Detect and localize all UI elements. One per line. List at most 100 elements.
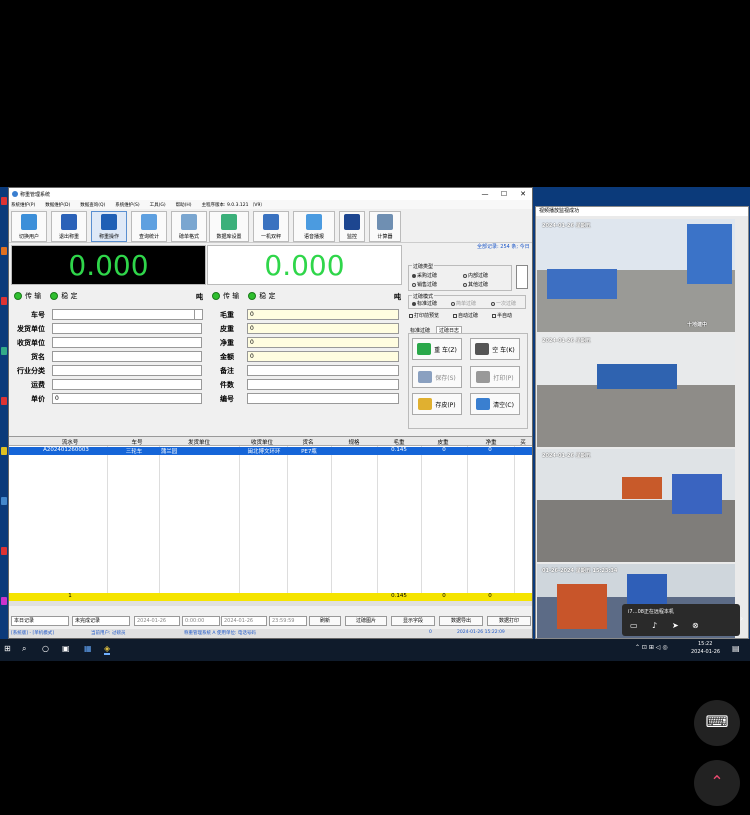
tray-icons[interactable]: ⌃ ⊡ ⊞ ◁ ◎ [635, 644, 668, 651]
show-fields-button[interactable]: 显示字段 [391, 616, 435, 626]
quantity-select[interactable] [247, 379, 399, 390]
weigh-type-radio[interactable]: 其他过磅 [463, 281, 488, 288]
camera-feed-1[interactable]: 2024-01-26 星期五 十地建中 ⊘ [537, 219, 735, 332]
ticket-format-button[interactable]: 磅单格式 [171, 211, 207, 242]
weigh-mode-radio[interactable]: 简单过磅 [451, 300, 476, 307]
menu-item[interactable]: 数据查询(Q) [80, 202, 105, 208]
remark-input[interactable] [247, 365, 399, 376]
desktop-app-icon[interactable] [1, 597, 7, 605]
export-button[interactable]: 数据导出 [439, 616, 483, 626]
desktop-app-icon[interactable] [1, 447, 7, 455]
start-date-input[interactable]: 2024-01-26 [134, 616, 180, 626]
weigh-type-radio[interactable]: 内部过磅 [463, 272, 488, 279]
weigh-photo-button[interactable]: 过磅图片 [345, 616, 387, 626]
record-status-select[interactable]: 未完成记录 [72, 616, 130, 626]
button-label: 重 车(Z) [434, 346, 457, 354]
column-header[interactable]: 毛重 [379, 438, 419, 446]
camera-feed-3[interactable]: 2024-01-26 星期五 [537, 449, 735, 562]
cortana-icon[interactable]: ○ [42, 644, 49, 653]
task-view-icon[interactable]: ▣ [62, 644, 70, 653]
receiver-unit-select[interactable] [52, 337, 202, 348]
windows-start-icon[interactable]: ⊞ [4, 644, 11, 653]
logout-button[interactable]: 退出称重 [51, 211, 87, 242]
column-header[interactable]: 买 [515, 438, 531, 446]
expand-button[interactable]: ⌃ [694, 760, 740, 806]
monitor-button[interactable]: 监控 [339, 211, 365, 242]
store-tare-button[interactable]: 存皮(P) [412, 393, 462, 415]
semi-auto-checkbox[interactable]: 半自动 [492, 312, 512, 319]
weighing-app-taskbar-icon[interactable]: ◈ [104, 644, 111, 655]
horizontal-scrollbar[interactable] [9, 601, 532, 606]
amount-field[interactable]: 0 [247, 351, 399, 362]
desktop-app-icon[interactable] [1, 247, 7, 255]
goods-name-select[interactable] [52, 351, 202, 362]
database-settings-button[interactable]: 数据库设置 [209, 211, 249, 242]
column-header[interactable]: 发货单位 [164, 438, 234, 446]
desktop-app-icon[interactable] [1, 347, 7, 355]
notification-icon[interactable]: ▤ [732, 644, 740, 653]
refresh-button[interactable]: 刷新 [309, 616, 341, 626]
column-header[interactable]: 流水号 [39, 438, 101, 446]
menu-item[interactable]: 数据维护(D) [45, 202, 70, 208]
preview-checkbox[interactable]: 打印前预览 [409, 312, 439, 319]
print-data-button[interactable]: 数据打印 [487, 616, 531, 626]
query-stats-button[interactable]: 查询统计 [131, 211, 167, 242]
industry-select[interactable] [52, 365, 202, 376]
serial-number-select[interactable] [247, 393, 399, 404]
net-weight-field[interactable]: 0 [247, 337, 399, 348]
weigh-type-radio[interactable]: 销售过磅 [412, 281, 437, 288]
minimize-button[interactable]: — [475, 188, 495, 200]
chat-icon[interactable]: ▭ [630, 621, 638, 630]
weigh-mode-radio[interactable]: 一次过磅 [491, 300, 516, 307]
desktop-app-icon[interactable] [1, 197, 7, 205]
column-header[interactable]: 货名 [289, 438, 327, 446]
close-button[interactable]: ✕ [513, 188, 533, 200]
switch-user-button[interactable]: 切换用户 [11, 211, 47, 242]
plate-number-input[interactable] [52, 309, 202, 320]
tare-weight-field[interactable]: 0 [247, 323, 399, 334]
mic-icon[interactable]: ♪ [652, 621, 657, 630]
camera-feed-2[interactable]: 2024-01-26 星期五 [537, 334, 735, 447]
freight-select[interactable] [52, 379, 202, 390]
unit-price-input[interactable]: 0 [52, 393, 202, 404]
weigh-operation-button[interactable]: 称重操作 [91, 211, 127, 242]
menu-item[interactable]: 系统维护(S) [115, 202, 139, 208]
column-header[interactable]: 收货单位 [239, 438, 285, 446]
sender-unit-select[interactable] [52, 323, 202, 334]
start-time-input[interactable]: 0:00:00 [182, 616, 220, 626]
auto-weigh-checkbox[interactable]: 自动过磅 [453, 312, 478, 319]
column-header[interactable]: 规格 [329, 438, 379, 446]
empty-truck-button[interactable]: 空 车(K) [470, 338, 520, 360]
close-session-icon[interactable]: ⊗ [692, 621, 699, 630]
save-button[interactable]: 保存(S) [412, 366, 462, 388]
search-icon[interactable]: ⌕ [22, 644, 26, 654]
column-header[interactable]: 皮重 [419, 438, 467, 446]
pointer-icon[interactable]: ➤ [672, 621, 679, 630]
heavy-truck-button[interactable]: 重 车(Z) [412, 338, 462, 360]
desktop-app-icon[interactable] [1, 297, 7, 305]
maximize-button[interactable]: ☐ [494, 188, 514, 200]
keyboard-button[interactable]: ⌨ [694, 700, 740, 746]
desktop-app-icon[interactable] [1, 397, 7, 405]
weigh-type-radio[interactable]: 采购过磅 [412, 272, 437, 279]
chevron-right-icon[interactable]: › [740, 614, 743, 623]
menu-item[interactable]: 系统维护(P) [11, 202, 35, 208]
desktop-app-icon[interactable] [1, 497, 7, 505]
menu-item[interactable]: 帮助(H) [176, 202, 192, 208]
column-header[interactable]: 净重 [467, 438, 515, 446]
calculator-button[interactable]: 计算器 [369, 211, 401, 242]
end-time-input[interactable]: 23:59:59 [269, 616, 307, 626]
voice-broadcast-button[interactable]: 语音播报 [293, 211, 335, 242]
clear-button[interactable]: 清空(C) [470, 393, 520, 415]
end-date-input[interactable]: 2024-01-26 [221, 616, 267, 626]
print-button[interactable]: 打印(P) [470, 366, 520, 388]
record-scope-select[interactable]: 本日记录 [11, 616, 69, 626]
app-taskbar-icon[interactable]: ▦ [84, 644, 92, 653]
desktop-app-icon[interactable] [1, 547, 7, 555]
menu-item[interactable]: 工具(G) [150, 202, 166, 208]
table-row[interactable]: A202401260003 三轮车 蒲兰园 闽北博文环环 PE7瓶 0.145 … [9, 447, 532, 455]
column-header[interactable]: 车号 [109, 438, 165, 446]
weigh-mode-radio[interactable]: 标准过磅 [412, 300, 437, 307]
dual-scale-button[interactable]: 一机双秤 [253, 211, 289, 242]
gross-weight-field[interactable]: 0 [247, 309, 399, 320]
